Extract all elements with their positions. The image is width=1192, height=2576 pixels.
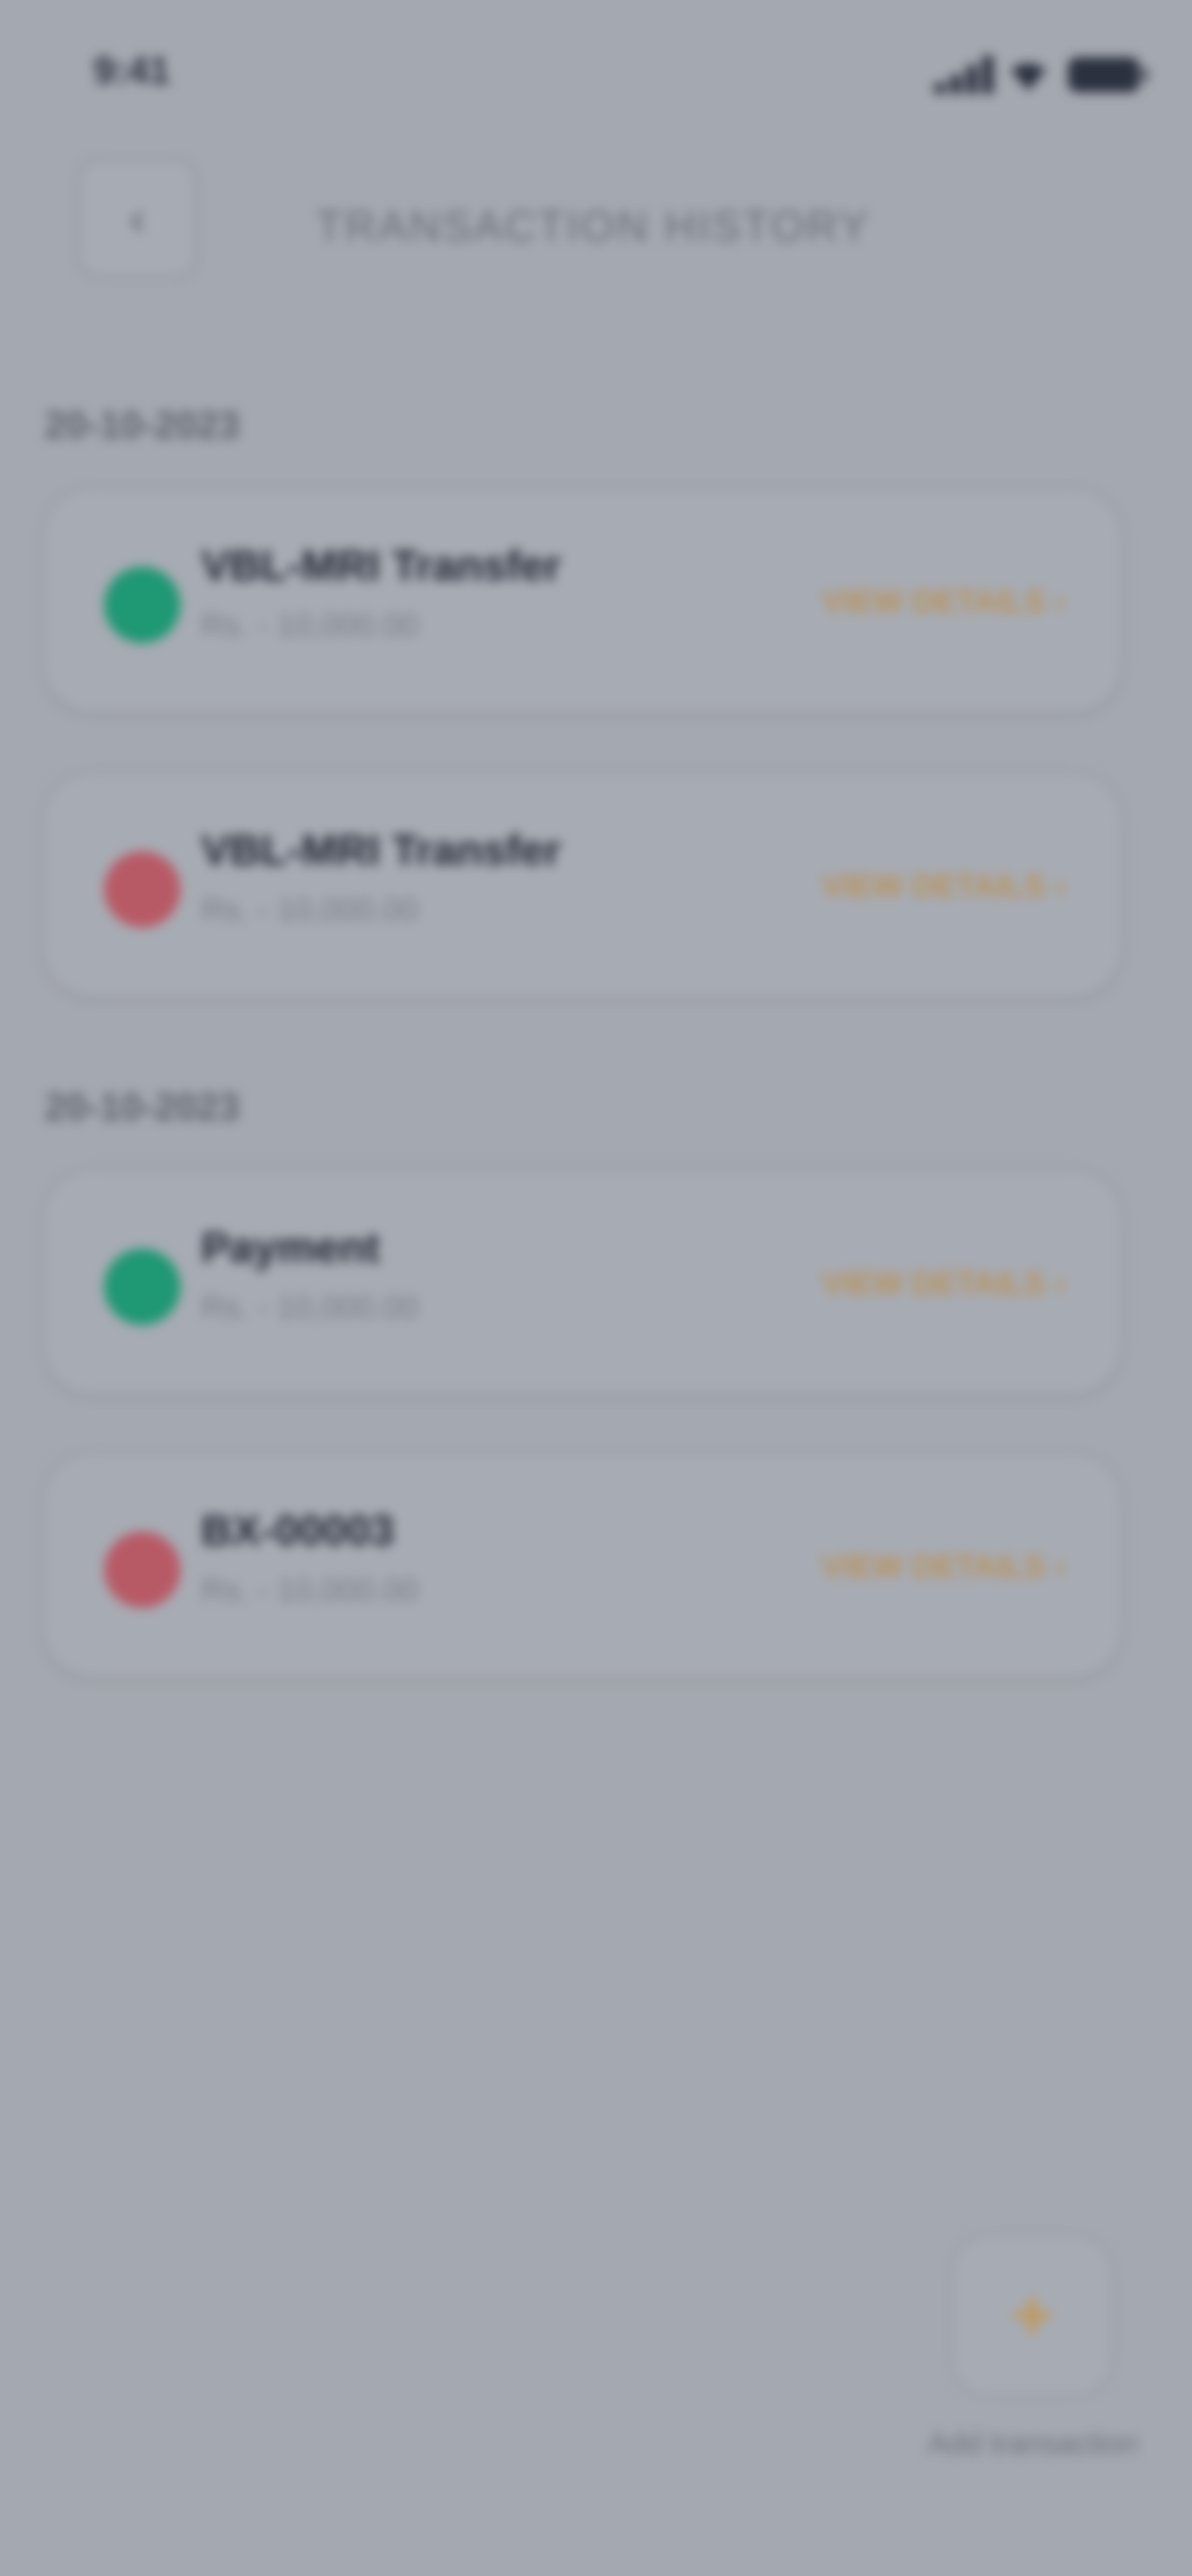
outgoing-status-icon (104, 851, 180, 928)
add-transaction-button[interactable]: + (950, 2233, 1114, 2397)
view-details-link[interactable]: VIEW DETAILS › (822, 1549, 1066, 1585)
transaction-card[interactable]: BX-00003 Rs. - 10,000.00 VIEW DETAILS › (41, 1451, 1124, 1679)
transaction-title: VBL-MRI Transfer (201, 827, 562, 874)
chevron-right-icon: › (1055, 1549, 1066, 1584)
date-header: 20-10-2023 (45, 405, 240, 447)
chevron-right-icon: › (1055, 869, 1066, 904)
chevron-right-icon: › (1055, 1266, 1066, 1301)
back-button[interactable]: ‹ (78, 159, 197, 278)
transaction-amount: Rs. - 10,000.00 (201, 608, 419, 643)
date-header: 20-10-2023 (45, 1087, 240, 1129)
page-title: TRANSACTION HISTORY (316, 203, 871, 250)
add-transaction-label: Add transaction (927, 2427, 1139, 2461)
transaction-amount: Rs. - 10,000.00 (201, 1290, 419, 1325)
transaction-card[interactable]: VBL-MRI Transfer Rs. - 10,000.00 VIEW DE… (41, 771, 1124, 998)
back-arrow-icon: ‹ (130, 192, 145, 245)
transaction-history-screen: 9:41 ‹ TRANSACTION HISTORY 20-10-2023 VB… (0, 0, 1192, 2576)
view-details-link[interactable]: VIEW DETAILS › (822, 869, 1066, 905)
transaction-amount: Rs. - 10,000.00 (201, 893, 419, 928)
incoming-status-icon (104, 567, 180, 643)
view-details-label: VIEW DETAILS (822, 869, 1046, 904)
view-details-label: VIEW DETAILS (822, 1266, 1046, 1301)
transaction-title: Payment (201, 1224, 381, 1272)
outgoing-status-icon (104, 1532, 180, 1608)
transaction-amount: Rs. - 10,000.00 (201, 1573, 419, 1608)
view-details-label: VIEW DETAILS (822, 1549, 1046, 1584)
transaction-card[interactable]: Payment Rs. - 10,000.00 VIEW DETAILS › (41, 1168, 1124, 1396)
plus-icon: + (1011, 2276, 1054, 2355)
status-time: 9:41 (94, 50, 171, 92)
wifi-icon (1011, 63, 1046, 91)
incoming-status-icon (104, 1249, 180, 1325)
transaction-title: BX-00003 (201, 1507, 395, 1555)
view-details-link[interactable]: VIEW DETAILS › (822, 584, 1066, 620)
chevron-right-icon: › (1055, 584, 1066, 619)
signal-icon (935, 54, 997, 94)
view-details-label: VIEW DETAILS (822, 584, 1046, 619)
transaction-title: VBL-MRI Transfer (201, 542, 562, 590)
battery-icon (1068, 57, 1147, 92)
view-details-link[interactable]: VIEW DETAILS › (822, 1266, 1066, 1302)
transaction-card[interactable]: VBL-MRI Transfer Rs. - 10,000.00 VIEW DE… (41, 486, 1124, 714)
